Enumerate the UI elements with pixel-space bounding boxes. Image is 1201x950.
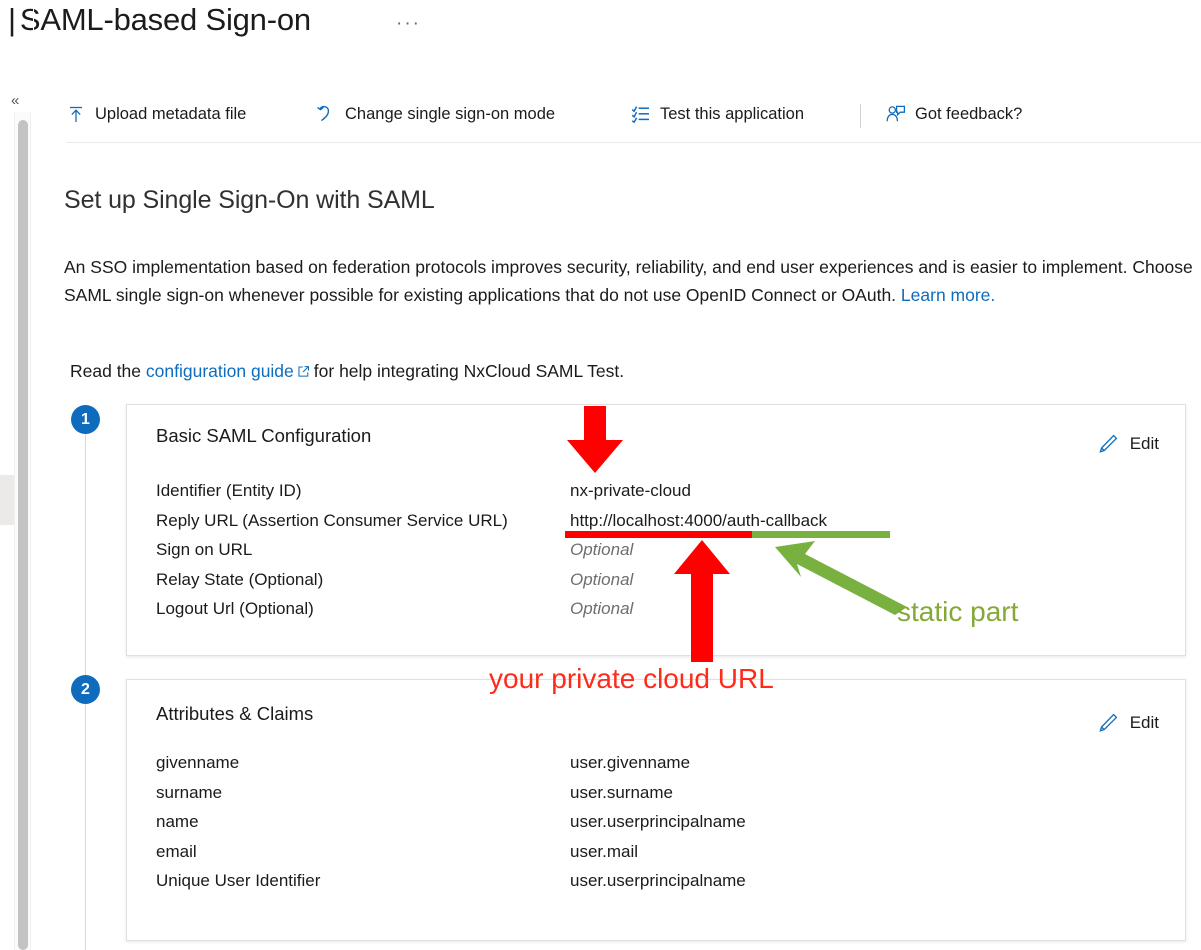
table-row: Identifier (Entity ID) nx-private-cloud: [156, 481, 1156, 511]
edit-attributes-label: Edit: [1129, 713, 1159, 732]
page-title-bar: |: [8, 2, 16, 37]
change-sso-mode-button[interactable]: Change single sign-on mode: [316, 98, 555, 130]
edit-attributes-and-claims-button[interactable]: Edit: [1097, 712, 1159, 734]
table-row: email user.mail: [156, 842, 1156, 872]
edit-basic-label: Edit: [1129, 434, 1159, 453]
basic-saml-configuration-card: Basic SAML Configuration Edit Identifier…: [126, 404, 1186, 656]
blade-edge-divider: [33, 0, 34, 950]
command-bar-separator: [860, 104, 861, 128]
attributes-and-claims-card: Attributes & Claims Edit givenname user.…: [126, 679, 1186, 941]
table-row: givenname user.givenname: [156, 753, 1156, 783]
learn-more-link[interactable]: Learn more.: [901, 285, 995, 305]
checklist-icon: [631, 104, 651, 124]
command-bar-divider: [66, 142, 1201, 143]
claim-value: user.surname: [570, 782, 673, 802]
attributes-fields: givenname user.givenname surname user.su…: [156, 753, 1156, 901]
table-row: Relay State (Optional) Optional: [156, 570, 1156, 600]
vertical-scrollbar-thumb[interactable]: [18, 120, 28, 950]
configuration-guide-line: Read the configuration guide for help int…: [70, 358, 624, 384]
test-this-application-button[interactable]: Test this application: [631, 98, 804, 130]
table-row: surname user.surname: [156, 783, 1156, 813]
field-value: http://localhost:4000/auth-callback: [570, 510, 828, 530]
configuration-guide-link[interactable]: configuration guide: [146, 361, 294, 381]
claim-name: surname: [156, 782, 223, 802]
claim-name: email: [156, 841, 197, 861]
command-bar: Upload metadata file Change single sign-…: [66, 92, 1201, 140]
field-value: Optional: [570, 599, 634, 618]
pencil-icon: [1097, 433, 1119, 455]
claim-name: Unique User Identifier: [156, 871, 321, 890]
claim-name: name: [156, 812, 199, 831]
field-value: nx-private-cloud: [570, 481, 691, 500]
feedback-person-icon: [886, 104, 906, 124]
table-row: name user.userprincipalname: [156, 812, 1156, 842]
claim-name: givenname: [156, 753, 240, 772]
saml-sso-blade: | SAML-based Sign-on ··· « Upload metadat…: [0, 0, 1201, 950]
got-feedback-button[interactable]: Got feedback?: [886, 98, 1022, 130]
change-sso-mode-label: Change single sign-on mode: [345, 104, 556, 123]
claim-value: user.mail: [570, 841, 639, 861]
claim-value: user.userprincipalname: [570, 871, 746, 890]
claim-value: user.givenname: [570, 753, 691, 772]
section-heading: Set up Single Sign-On with SAML: [64, 186, 435, 214]
field-label: Relay State (Optional): [156, 569, 324, 589]
green-underline-annotation: [752, 531, 890, 538]
field-label: Sign on URL: [156, 540, 253, 559]
read-prefix-text: Read the: [70, 361, 146, 381]
page-title-text: SAML-based Sign-on: [19, 2, 311, 37]
private-cloud-url-annotation-label: your private cloud URL: [489, 663, 774, 694]
pencil-icon: [1097, 712, 1119, 734]
more-options-icon[interactable]: ···: [396, 14, 421, 33]
table-row: Sign on URL Optional: [156, 540, 1156, 570]
red-underline-annotation: [565, 531, 752, 538]
undo-arrow-icon: [316, 104, 336, 124]
upload-metadata-file-label: Upload metadata file: [95, 104, 247, 123]
read-suffix-text: for help integrating NxCloud SAML Test.: [313, 361, 625, 381]
field-value: Optional: [570, 569, 634, 589]
static-part-annotation-label: static part: [897, 596, 1019, 627]
field-value: Optional: [570, 540, 634, 559]
edit-basic-saml-configuration-button[interactable]: Edit: [1097, 433, 1159, 455]
external-link-icon: [297, 359, 310, 377]
field-label: Identifier (Entity ID): [156, 481, 302, 500]
claim-value: user.userprincipalname: [570, 812, 746, 831]
page-title: | SAML-based Sign-on: [8, 2, 311, 38]
intro-paragraph: An SSO implementation based on federatio…: [64, 253, 1201, 309]
test-this-application-label: Test this application: [660, 104, 804, 123]
step-badge-2: 2: [71, 675, 100, 704]
collapse-blade-icon[interactable]: «: [11, 93, 19, 108]
field-label: Reply URL (Assertion Consumer Service UR…: [156, 510, 508, 530]
field-label: Logout Url (Optional): [156, 599, 314, 618]
upload-metadata-file-button[interactable]: Upload metadata file: [66, 98, 246, 130]
step-badge-1: 1: [71, 405, 100, 434]
got-feedback-label: Got feedback?: [915, 104, 1023, 123]
attributes-and-claims-title: Attributes & Claims: [156, 703, 314, 724]
table-row: Unique User Identifier user.userprincipa…: [156, 871, 1156, 901]
basic-saml-configuration-title: Basic SAML Configuration: [156, 425, 372, 446]
left-edge-marker: [0, 475, 14, 525]
intro-text: An SSO implementation based on federatio…: [64, 257, 1193, 305]
upload-icon: [66, 104, 86, 124]
